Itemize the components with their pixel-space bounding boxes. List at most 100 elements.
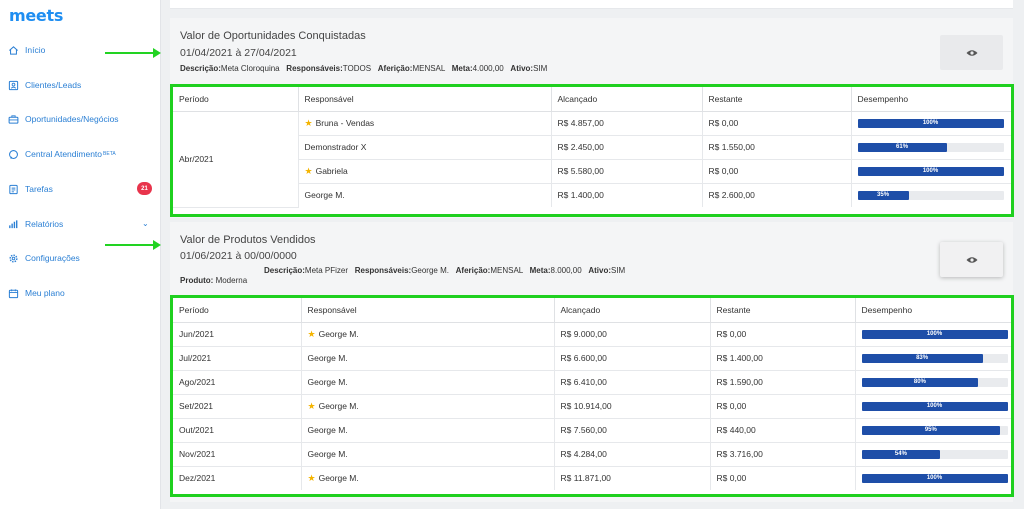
restante-cell: R$ 0,00 [710, 466, 856, 490]
top-strip [170, 0, 1013, 9]
desempenho-cell: 61% [851, 135, 1011, 160]
alcancado-cell: R$ 6.600,00 [554, 346, 711, 371]
performance-bar: 100% [861, 473, 1008, 483]
afer-label: Aferição: [455, 266, 491, 275]
periodo-cell: Dez/2021 [173, 466, 302, 490]
view-goal-button[interactable] [940, 35, 1003, 70]
restante-cell: R$ 1.550,00 [702, 135, 852, 160]
col-header-periodo: Período [173, 87, 299, 112]
responsavel-name: George M. [318, 472, 359, 483]
performance-bar: 83% [861, 353, 1008, 363]
desempenho-cell: 83% [855, 346, 1011, 371]
prod-value: Moderna [215, 276, 248, 285]
performance-bar: 35% [857, 190, 1004, 200]
goal1-table-highlight: Período Responsável Alcançado Restante D… [170, 84, 1014, 217]
sidebar-item-meu-plano[interactable]: Meu plano [8, 283, 65, 303]
restante-cell: R$ 1.590,00 [710, 370, 856, 395]
resp-label: Responsáveis: [354, 266, 412, 275]
alcancado-cell: R$ 4.857,00 [551, 111, 703, 136]
ativo-label: Ativo: [588, 266, 611, 275]
performance-bar: 80% [861, 377, 1008, 387]
meta-label: Meta: [451, 64, 473, 73]
tasks-icon [8, 184, 19, 195]
chevron-down-icon[interactable]: ⌄ [142, 219, 149, 228]
prod-label: Produto: [180, 276, 214, 285]
sidebar-item-configuracoes[interactable]: Configurações [8, 248, 80, 268]
performance-bar-fill: 100% [857, 118, 1004, 128]
restante-cell: R$ 0,00 [710, 394, 856, 419]
alcancado-cell: R$ 9.000,00 [554, 322, 711, 347]
performance-bar-fill: 80% [861, 377, 979, 387]
performance-bar-fill: 95% [861, 425, 1001, 435]
responsavel-cell: ★ Bruna - Vendas [298, 111, 552, 136]
responsavel-name: George M. [307, 377, 348, 387]
responsavel-name: George M. [307, 449, 348, 459]
performance-bar-fill: 54% [861, 449, 941, 459]
sidebar-item-tarefas[interactable]: Tarefas [8, 179, 53, 199]
desempenho-cell: 100% [855, 466, 1011, 490]
eye-icon [966, 256, 977, 263]
restante-cell: R$ 0,00 [702, 159, 852, 184]
periodo-cell: Set/2021 [173, 394, 302, 419]
responsavel-name: Gabriela [315, 165, 348, 176]
table-row: Demonstrador X R$ 2.450,00 R$ 1.550,00 61% [173, 135, 1011, 160]
ativo-value: SIM [611, 266, 626, 275]
responsavel-name: George M. [304, 190, 345, 201]
goal-title: Valor de Produtos Vendidos [180, 234, 316, 246]
sidebar-item-clientes[interactable]: Clientes/Leads [8, 75, 81, 95]
alcancado-cell: R$ 1.400,00 [551, 183, 703, 207]
tasks-count-badge: 21 [137, 182, 152, 195]
star-icon: ★ [304, 165, 313, 176]
desc-value: Meta Cloroquina [220, 64, 280, 73]
contacts-icon [8, 80, 19, 91]
view-goal-button[interactable] [940, 242, 1003, 277]
alcancado-cell: R$ 7.560,00 [554, 418, 711, 443]
goal-title: Valor de Oportunidades Conquistadas [180, 30, 366, 42]
app-logo[interactable]: meets [9, 6, 63, 25]
performance-bar-fill: 100% [861, 401, 1008, 411]
afer-value: MENSAL [412, 64, 446, 73]
responsavel-cell: ★ George M. [301, 322, 555, 347]
desempenho-cell: 100% [855, 322, 1011, 347]
goal-product: Produto: Moderna [180, 276, 247, 285]
desc-label: Descrição: [264, 266, 305, 275]
meta-value: 4.000,00 [472, 64, 504, 73]
afer-value: MENSAL [490, 266, 523, 275]
star-icon: ★ [307, 400, 316, 411]
sidebar-item-inicio[interactable]: Início [8, 40, 45, 60]
col-header-desempenho: Desempenho [855, 298, 1011, 323]
performance-bar: 61% [857, 142, 1004, 152]
desempenho-cell: 95% [855, 418, 1011, 443]
ativo-value: SIM [533, 64, 548, 73]
responsavel-name: George M. [307, 353, 348, 363]
desempenho-cell: 54% [855, 442, 1011, 467]
annotation-arrow [105, 240, 161, 250]
performance-bar: 95% [861, 425, 1008, 435]
eye-icon [966, 49, 977, 56]
responsavel-cell: George M. [301, 346, 555, 371]
goal-date-range: 01/06/2021 à 00/00/0000 [180, 250, 297, 262]
responsavel-cell: George M. [301, 370, 555, 395]
sidebar-item-relatorios[interactable]: Relatórios [8, 214, 63, 234]
table-row: Ago/2021 George M. R$ 6.410,00 R$ 1.590,00 8… [173, 370, 1011, 395]
meta-value: 8.000,00 [550, 266, 582, 275]
meta-label: Meta: [529, 266, 551, 275]
alcancado-cell: R$ 6.410,00 [554, 370, 711, 395]
goal-meta-line: Descrição:Meta Cloroquina Responsáveis:T… [180, 64, 547, 73]
col-header-alcancado: Alcançado [551, 87, 703, 112]
performance-bar: 54% [861, 449, 1008, 459]
ativo-label: Ativo: [510, 64, 534, 73]
alcancado-cell: R$ 2.450,00 [551, 135, 703, 160]
col-header-restante: Restante [710, 298, 856, 323]
restante-cell: R$ 1.400,00 [710, 346, 856, 371]
restante-cell: R$ 3.716,00 [710, 442, 856, 467]
table-row: ★ Gabriela R$ 5.580,00 R$ 0,00 100% [173, 159, 1011, 184]
sidebar-item-central-atendimento[interactable]: Central Atendimento BETA [8, 144, 116, 164]
resp-label: Responsáveis: [286, 64, 343, 73]
chart-icon [8, 219, 19, 230]
responsavel-cell: ★ Gabriela [298, 159, 552, 184]
periodo-cell: Nov/2021 [173, 442, 302, 467]
sidebar-item-oportunidades[interactable]: Oportunidades/Negócios [8, 109, 119, 129]
performance-bar-fill: 35% [857, 190, 909, 200]
desc-label: Descrição: [180, 64, 221, 73]
